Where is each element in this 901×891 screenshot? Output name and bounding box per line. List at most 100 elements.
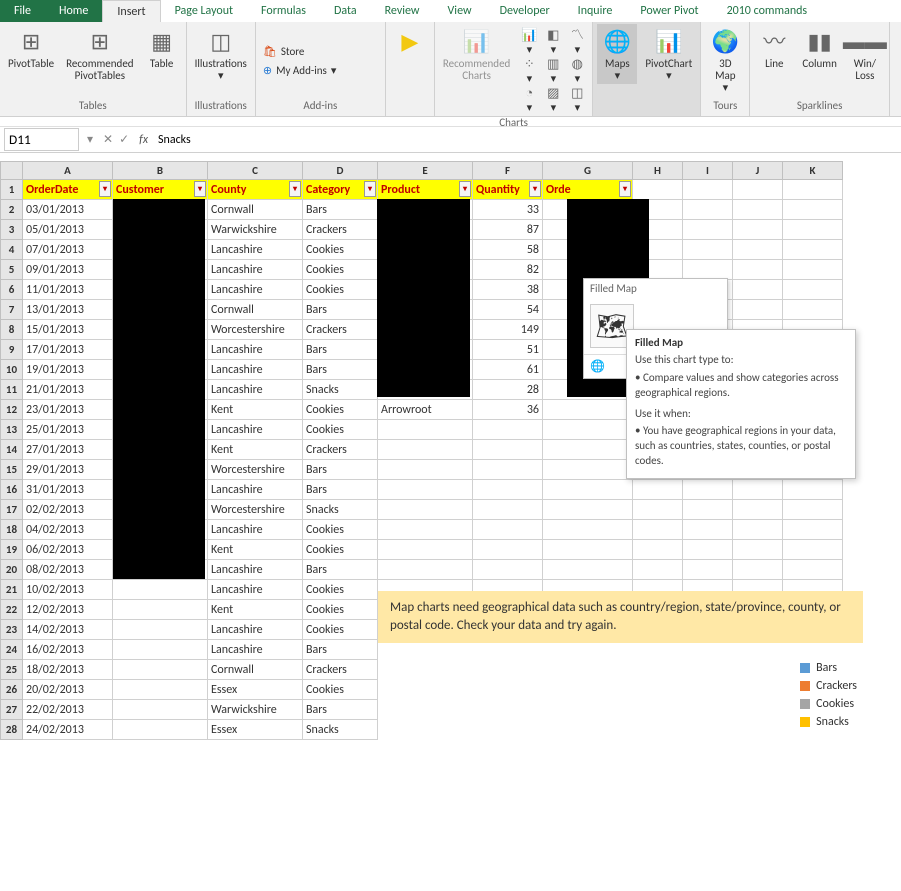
cell[interactable] bbox=[783, 300, 843, 320]
cell[interactable]: 61 bbox=[473, 360, 543, 380]
cell[interactable] bbox=[113, 580, 208, 600]
cell[interactable]: Lancashire bbox=[208, 380, 303, 400]
tab-inquire[interactable]: Inquire bbox=[564, 0, 627, 22]
cell[interactable]: 149 bbox=[473, 320, 543, 340]
table-header-cell[interactable]: Product▾ bbox=[378, 180, 473, 200]
cell[interactable]: Lancashire bbox=[208, 420, 303, 440]
filter-button[interactable]: ▾ bbox=[459, 181, 471, 197]
3d-map-button[interactable]: 🌍3D Map▾ bbox=[705, 24, 745, 96]
cell[interactable]: Snacks bbox=[303, 380, 378, 400]
cell[interactable] bbox=[378, 440, 473, 460]
cell[interactable]: Cookies bbox=[303, 600, 378, 620]
cell[interactable] bbox=[683, 560, 733, 580]
cell[interactable] bbox=[113, 620, 208, 640]
cell[interactable] bbox=[378, 480, 473, 500]
cell[interactable]: Bars bbox=[303, 560, 378, 580]
cell[interactable]: Bars bbox=[303, 300, 378, 320]
cell[interactable] bbox=[113, 720, 208, 740]
cell[interactable] bbox=[473, 500, 543, 520]
row-header-22[interactable]: 22 bbox=[1, 600, 23, 620]
cell[interactable] bbox=[543, 460, 633, 480]
cell[interactable]: Essex bbox=[208, 680, 303, 700]
cell[interactable]: Kent bbox=[208, 400, 303, 420]
cell[interactable]: 13/01/2013 bbox=[23, 300, 113, 320]
cell[interactable] bbox=[633, 500, 683, 520]
cell[interactable]: Lancashire bbox=[208, 620, 303, 640]
cell[interactable] bbox=[473, 460, 543, 480]
cell[interactable]: Bars bbox=[303, 480, 378, 500]
row-header-23[interactable]: 23 bbox=[1, 620, 23, 640]
cell[interactable] bbox=[378, 520, 473, 540]
cell[interactable]: Bars bbox=[303, 340, 378, 360]
cell[interactable] bbox=[783, 280, 843, 300]
cell[interactable] bbox=[733, 500, 783, 520]
cell[interactable]: Cookies bbox=[303, 620, 378, 640]
cell[interactable] bbox=[683, 260, 733, 280]
cell[interactable] bbox=[543, 560, 633, 580]
filter-button[interactable]: ▾ bbox=[529, 181, 541, 197]
chart-surface-button[interactable]: ▨▾ bbox=[542, 86, 564, 114]
cell[interactable] bbox=[543, 520, 633, 540]
cell[interactable] bbox=[683, 240, 733, 260]
tab-insert[interactable]: Insert bbox=[102, 0, 160, 22]
cell[interactable]: 18/02/2013 bbox=[23, 660, 113, 680]
cell[interactable] bbox=[783, 200, 843, 220]
col-header-J[interactable]: J bbox=[733, 162, 783, 180]
cell[interactable] bbox=[783, 480, 843, 500]
cell[interactable] bbox=[733, 560, 783, 580]
cell[interactable]: Bars bbox=[303, 200, 378, 220]
table-header-cell[interactable]: Quantity▾ bbox=[473, 180, 543, 200]
cell[interactable]: Cookies bbox=[303, 680, 378, 700]
col-header-B[interactable]: B bbox=[113, 162, 208, 180]
cell[interactable]: Cookies bbox=[303, 420, 378, 440]
cell[interactable]: 17/01/2013 bbox=[23, 340, 113, 360]
filter-button[interactable]: ▾ bbox=[99, 181, 111, 197]
cell[interactable]: Lancashire bbox=[208, 580, 303, 600]
col-header-F[interactable]: F bbox=[473, 162, 543, 180]
cell[interactable]: 11/01/2013 bbox=[23, 280, 113, 300]
cell[interactable]: 36 bbox=[473, 400, 543, 420]
cell[interactable] bbox=[543, 500, 633, 520]
cell[interactable]: 02/02/2013 bbox=[23, 500, 113, 520]
row-header-2[interactable]: 2 bbox=[1, 200, 23, 220]
sparkline-winloss-button[interactable]: ▬▬Win/ Loss bbox=[845, 24, 885, 84]
name-box[interactable] bbox=[4, 128, 79, 151]
row-header-26[interactable]: 26 bbox=[1, 680, 23, 700]
cell[interactable]: Cookies bbox=[303, 540, 378, 560]
cell[interactable]: 14/02/2013 bbox=[23, 620, 113, 640]
cell[interactable] bbox=[733, 180, 783, 200]
tab-page-layout[interactable]: Page Layout bbox=[161, 0, 247, 22]
cell[interactable]: Cookies bbox=[303, 520, 378, 540]
cell[interactable] bbox=[473, 420, 543, 440]
cell[interactable]: 87 bbox=[473, 220, 543, 240]
cell[interactable]: Warwickshire bbox=[208, 700, 303, 720]
cell[interactable] bbox=[683, 220, 733, 240]
fx-icon[interactable]: fx bbox=[135, 133, 152, 147]
cell[interactable] bbox=[733, 220, 783, 240]
cell[interactable] bbox=[683, 520, 733, 540]
cell[interactable] bbox=[113, 680, 208, 700]
cell[interactable] bbox=[633, 480, 683, 500]
cell[interactable]: 06/02/2013 bbox=[23, 540, 113, 560]
cell[interactable]: Kent bbox=[208, 600, 303, 620]
cell[interactable]: Cookies bbox=[303, 400, 378, 420]
recommended-pivottables-button[interactable]: ⊞Recommended PivotTables bbox=[62, 24, 137, 84]
cell[interactable] bbox=[543, 420, 633, 440]
chart-waterfall-button[interactable]: ▥▾ bbox=[542, 57, 564, 85]
cell[interactable] bbox=[733, 540, 783, 560]
sparkline-column-button[interactable]: ▮▮Column bbox=[798, 24, 841, 72]
tab-2010-commands[interactable]: 2010 commands bbox=[713, 0, 822, 22]
tab-review[interactable]: Review bbox=[371, 0, 434, 22]
cell[interactable]: Crackers bbox=[303, 220, 378, 240]
cell[interactable] bbox=[473, 480, 543, 500]
cell[interactable]: Cookies bbox=[303, 580, 378, 600]
cell[interactable]: Lancashire bbox=[208, 280, 303, 300]
cell[interactable]: Bars bbox=[303, 640, 378, 660]
tab-power-pivot[interactable]: Power Pivot bbox=[626, 0, 712, 22]
cell[interactable]: 10/02/2013 bbox=[23, 580, 113, 600]
cell[interactable]: Worcestershire bbox=[208, 320, 303, 340]
cell[interactable] bbox=[783, 220, 843, 240]
col-header-G[interactable]: G bbox=[543, 162, 633, 180]
cell[interactable] bbox=[733, 200, 783, 220]
tab-formulas[interactable]: Formulas bbox=[247, 0, 320, 22]
